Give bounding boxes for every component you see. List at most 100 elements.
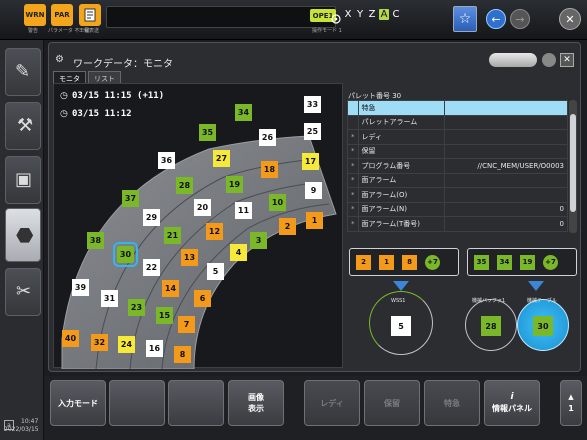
input-mode-button[interactable]: 入力モード [50,380,106,426]
buffer-pallet[interactable]: 28 [481,316,501,336]
operation-mode-sublabel: 操作モード 1 [312,28,342,34]
table-row[interactable]: * 保留 [347,143,569,159]
table-row[interactable]: * 面アラーム(N) 0 [347,201,569,217]
table-row[interactable]: パレットアラーム [347,114,569,130]
pallet-23[interactable]: 23 [128,299,145,316]
pallet-18[interactable]: 18 [261,161,278,178]
close-app-button[interactable]: ✕ [559,8,581,30]
table-row[interactable]: * 面アラーム(O) [347,187,569,203]
queue-more-badge[interactable]: +7 [543,254,558,270]
pallet-20[interactable]: 20 [194,199,211,216]
warning-button[interactable]: WRN [24,4,46,26]
ready-button[interactable]: レディ [304,380,360,426]
close-icon: ✕ [563,55,571,65]
cell-label: レディ [357,129,445,145]
system-clock: 10:47 2022/03/15 [4,418,39,434]
pallet-2[interactable]: 2 [279,218,296,235]
pallet-40[interactable]: 40 [62,330,79,347]
pallet-15[interactable]: 15 [156,307,173,324]
pallet-36[interactable]: 36 [158,152,175,169]
sidebar-item-maintenance[interactable]: ✂ [5,268,41,316]
queue-pallet[interactable]: 8 [402,254,417,270]
document-icon[interactable] [79,4,101,26]
pallet-35[interactable]: 35 [199,124,216,141]
pallet-17[interactable]: 17 [302,153,319,170]
pallet-33[interactable]: 33 [304,96,321,113]
sidebar-item-spindle[interactable]: ⬣ [5,208,41,262]
parameter-button[interactable]: PAR [51,4,73,26]
pallet-39[interactable]: 39 [72,279,89,296]
hold-button[interactable]: 保留 [364,380,420,426]
info-icon: i [510,392,514,402]
cell-label: 面アラーム(O) [357,187,445,203]
softkey-bar: 入力モード 画像 表示 レディ 保留 特急 i 情報パネル ▲ 1 [44,376,587,440]
sidebar-item-tool[interactable]: ⚒ [5,102,41,150]
softkey-blank-1[interactable] [109,380,165,426]
pallet-11[interactable]: 11 [235,202,252,219]
queue-pallet[interactable]: 19 [520,254,535,270]
softkey-blank-2[interactable] [168,380,224,426]
page-button[interactable]: ▲ 1 [560,380,582,426]
queue-pallet[interactable]: 2 [356,254,371,270]
cell-value: //CNC_MEM/USER/O0003 [443,158,569,174]
queue-pallet[interactable]: 1 [379,254,394,270]
express-button[interactable]: 特急 [424,380,480,426]
pallet-29[interactable]: 29 [143,209,160,226]
wss-pallet[interactable]: 5 [391,316,411,336]
queue-more-badge[interactable]: +7 [425,254,440,270]
table-row[interactable]: 特急 [347,100,569,116]
cell-value: 0 [443,201,569,217]
pallet-34[interactable]: 34 [235,104,252,121]
info-panel-button[interactable]: i 情報パネル [484,380,540,426]
pallet-30[interactable]: 30 [113,242,138,267]
pallet-21[interactable]: 21 [164,227,181,244]
pallet-12[interactable]: 12 [206,223,223,240]
queue-pallet[interactable]: 34 [497,254,512,270]
sidebar-item-workpiece[interactable]: ▣ [5,156,41,204]
pallet-8[interactable]: 8 [174,346,191,363]
table-row[interactable]: * プログラム番号//CNC_MEM/USER/O0003 [347,158,569,174]
pallet-28[interactable]: 28 [176,177,193,194]
window-help-button[interactable] [542,53,556,67]
pallet-16[interactable]: 16 [146,340,163,357]
table-row[interactable]: * 面アラーム [347,172,569,188]
warning-sublabel: 警告 [28,28,39,34]
pallet-4[interactable]: 4 [230,244,247,261]
pallet-9[interactable]: 9 [305,182,322,199]
table-row[interactable]: * レディ [347,129,569,145]
buffer-label: 機械バッファ1 [472,298,506,304]
table-pallet[interactable]: 30 [533,316,553,336]
wss-label: WSS1 [391,298,406,304]
window-slider-control[interactable] [489,53,537,67]
image-display-button[interactable]: 画像 表示 [228,380,284,426]
pallet-31[interactable]: 31 [101,290,118,307]
back-button[interactable]: ← [486,9,506,29]
pallet-26[interactable]: 26 [259,129,276,146]
pallet-37[interactable]: 37 [122,190,139,207]
pallet-25[interactable]: 25 [304,123,321,140]
pallet-5[interactable]: 5 [207,263,224,280]
pallet-19[interactable]: 19 [226,176,243,193]
pallet-10[interactable]: 10 [269,194,286,211]
window-close-button[interactable]: ✕ [560,53,574,67]
pallet-1[interactable]: 1 [306,212,323,229]
table-scrollbar[interactable] [569,100,577,233]
pallet-22[interactable]: 22 [143,259,160,276]
pallet-24[interactable]: 24 [118,336,135,353]
pallet-32[interactable]: 32 [91,334,108,351]
queue-pallet[interactable]: 35 [474,254,489,270]
scrollbar-thumb[interactable] [570,114,576,212]
table-row[interactable]: * 面アラーム(T番号) 0 [347,216,569,232]
pallet-3[interactable]: 3 [250,232,267,249]
pallet-6[interactable]: 6 [194,290,211,307]
forward-button[interactable]: → [510,9,530,29]
pallet-13[interactable]: 13 [181,249,198,266]
window-title: ワークデータ：モニタ [73,59,173,70]
favorite-star-button[interactable]: ☆ [453,6,477,32]
pallet-7[interactable]: 7 [178,316,195,333]
sidebar-item-edit[interactable]: ✎ [5,48,41,96]
star-icon: ☆ [458,11,472,27]
pallet-38[interactable]: 38 [87,232,104,249]
pallet-27[interactable]: 27 [213,150,230,167]
pallet-14[interactable]: 14 [162,280,179,297]
